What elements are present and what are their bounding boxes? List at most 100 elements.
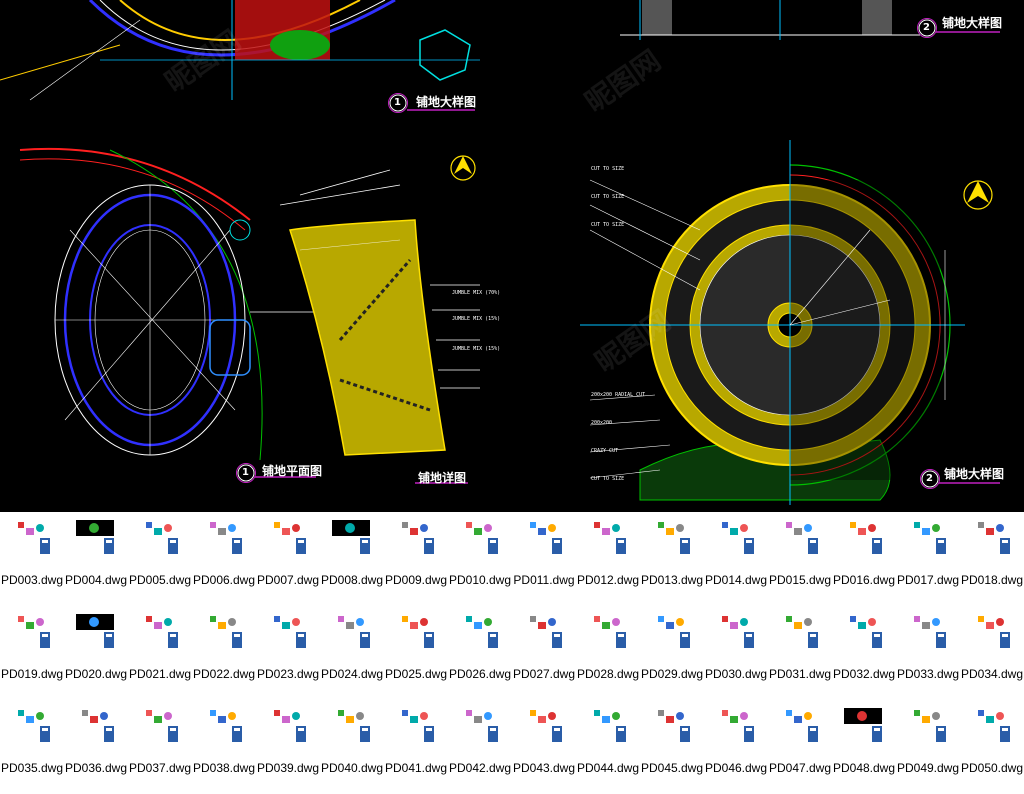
- file-item[interactable]: PD006.dwg: [192, 512, 256, 606]
- file-item[interactable]: PD022.dwg: [192, 606, 256, 700]
- dwg-file-icon: [394, 706, 438, 746]
- file-name: PD008.dwg: [320, 573, 384, 587]
- note-crazy-cut: CRAZY CUT: [591, 448, 619, 454]
- dwg-file-icon: [138, 706, 182, 746]
- file-item[interactable]: PD042.dwg: [448, 700, 512, 794]
- file-item[interactable]: PD050.dwg: [960, 700, 1024, 794]
- marker-num-mid-right: 2: [926, 473, 933, 484]
- file-item[interactable]: PD045.dwg: [640, 700, 704, 794]
- file-name: PD021.dwg: [128, 667, 192, 681]
- dwg-file-icon: [266, 612, 310, 652]
- file-name: PD040.dwg: [320, 761, 384, 775]
- file-name: PD022.dwg: [192, 667, 256, 681]
- file-item[interactable]: PD014.dwg: [704, 512, 768, 606]
- file-item[interactable]: PD020.dwg: [64, 606, 128, 700]
- file-item[interactable]: PD035.dwg: [0, 700, 64, 794]
- file-item[interactable]: PD046.dwg: [704, 700, 768, 794]
- note-jumble-3: JUMBLE MIX (15%): [452, 346, 501, 352]
- file-item[interactable]: PD030.dwg: [704, 606, 768, 700]
- file-name: PD004.dwg: [64, 573, 128, 587]
- file-item[interactable]: PD040.dwg: [320, 700, 384, 794]
- dwg-file-icon: [586, 518, 630, 558]
- file-item[interactable]: PD019.dwg: [0, 606, 64, 700]
- cad-preview: 1 2 1 2 铺地大样图 铺地大样图 铺地平面图 铺地详图 铺地大样图 CUT…: [0, 0, 1024, 512]
- dwg-file-icon: [778, 612, 822, 652]
- file-item[interactable]: PD037.dwg: [128, 700, 192, 794]
- note-cut-to-size-4: CUT TO SIZE: [591, 476, 625, 482]
- file-item[interactable]: PD018.dwg: [960, 512, 1024, 606]
- file-name: PD050.dwg: [960, 761, 1024, 775]
- file-name: PD003.dwg: [0, 573, 64, 587]
- file-item[interactable]: PD047.dwg: [768, 700, 832, 794]
- file-item[interactable]: PD036.dwg: [64, 700, 128, 794]
- title-paving-detail-1: 铺地大样图: [416, 95, 477, 109]
- dwg-file-icon: [330, 612, 374, 652]
- dwg-file-icon: [74, 518, 118, 558]
- file-item[interactable]: PD038.dwg: [192, 700, 256, 794]
- file-item[interactable]: PD017.dwg: [896, 512, 960, 606]
- dwg-file-icon: [522, 612, 566, 652]
- file-name: PD045.dwg: [640, 761, 704, 775]
- file-item[interactable]: PD044.dwg: [576, 700, 640, 794]
- file-item[interactable]: PD024.dwg: [320, 606, 384, 700]
- file-item[interactable]: PD023.dwg: [256, 606, 320, 700]
- file-item[interactable]: PD004.dwg: [64, 512, 128, 606]
- file-item[interactable]: PD034.dwg: [960, 606, 1024, 700]
- file-name: PD015.dwg: [768, 573, 832, 587]
- file-name: PD025.dwg: [384, 667, 448, 681]
- file-item[interactable]: PD029.dwg: [640, 606, 704, 700]
- file-name: PD007.dwg: [256, 573, 320, 587]
- file-item[interactable]: PD003.dwg: [0, 512, 64, 606]
- file-name: PD048.dwg: [832, 761, 896, 775]
- file-item[interactable]: PD021.dwg: [128, 606, 192, 700]
- file-browser-grid: PD003.dwg PD004.dwg PD005.dwg PD006.dwg PD00…: [0, 512, 1024, 775]
- file-name: PD038.dwg: [192, 761, 256, 775]
- dwg-file-icon: [330, 518, 374, 558]
- file-name: PD036.dwg: [64, 761, 128, 775]
- dwg-file-icon: [970, 518, 1014, 558]
- file-item[interactable]: PD043.dwg: [512, 700, 576, 794]
- marker-num-mid-left: 1: [242, 467, 249, 478]
- dwg-file-icon: [202, 706, 246, 746]
- file-item[interactable]: PD005.dwg: [128, 512, 192, 606]
- file-item[interactable]: PD026.dwg: [448, 606, 512, 700]
- file-name: PD046.dwg: [704, 761, 768, 775]
- dwg-file-icon: [458, 612, 502, 652]
- file-item[interactable]: PD048.dwg: [832, 700, 896, 794]
- file-name: PD042.dwg: [448, 761, 512, 775]
- file-item[interactable]: PD010.dwg: [448, 512, 512, 606]
- file-item[interactable]: PD012.dwg: [576, 512, 640, 606]
- top-right-section: [620, 0, 920, 40]
- file-name: PD019.dwg: [0, 667, 64, 681]
- file-item[interactable]: PD011.dwg: [512, 512, 576, 606]
- file-item[interactable]: PD041.dwg: [384, 700, 448, 794]
- file-item[interactable]: PD008.dwg: [320, 512, 384, 606]
- file-item[interactable]: PD049.dwg: [896, 700, 960, 794]
- note-jumble-2: JUMBLE MIX (15%): [452, 316, 501, 322]
- dwg-file-icon: [714, 706, 758, 746]
- file-item[interactable]: PD027.dwg: [512, 606, 576, 700]
- file-item[interactable]: PD016.dwg: [832, 512, 896, 606]
- dwg-file-icon: [10, 706, 54, 746]
- file-item[interactable]: PD028.dwg: [576, 606, 640, 700]
- dwg-file-icon: [714, 612, 758, 652]
- dwg-file-icon: [10, 612, 54, 652]
- file-name: PD006.dwg: [192, 573, 256, 587]
- file-item[interactable]: PD039.dwg: [256, 700, 320, 794]
- file-item[interactable]: PD009.dwg: [384, 512, 448, 606]
- file-item[interactable]: PD031.dwg: [768, 606, 832, 700]
- file-item[interactable]: PD025.dwg: [384, 606, 448, 700]
- north-arrow-left: [450, 155, 476, 181]
- file-item[interactable]: PD013.dwg: [640, 512, 704, 606]
- note-size-200: 200x200: [591, 420, 613, 426]
- dwg-file-icon: [394, 612, 438, 652]
- file-item[interactable]: PD007.dwg: [256, 512, 320, 606]
- dwg-file-icon: [522, 518, 566, 558]
- file-item[interactable]: PD032.dwg: [832, 606, 896, 700]
- dwg-file-icon: [458, 518, 502, 558]
- file-name: PD031.dwg: [768, 667, 832, 681]
- file-item[interactable]: PD015.dwg: [768, 512, 832, 606]
- top-plan-circle: [0, 0, 480, 101]
- dwg-file-icon: [970, 612, 1014, 652]
- file-item[interactable]: PD033.dwg: [896, 606, 960, 700]
